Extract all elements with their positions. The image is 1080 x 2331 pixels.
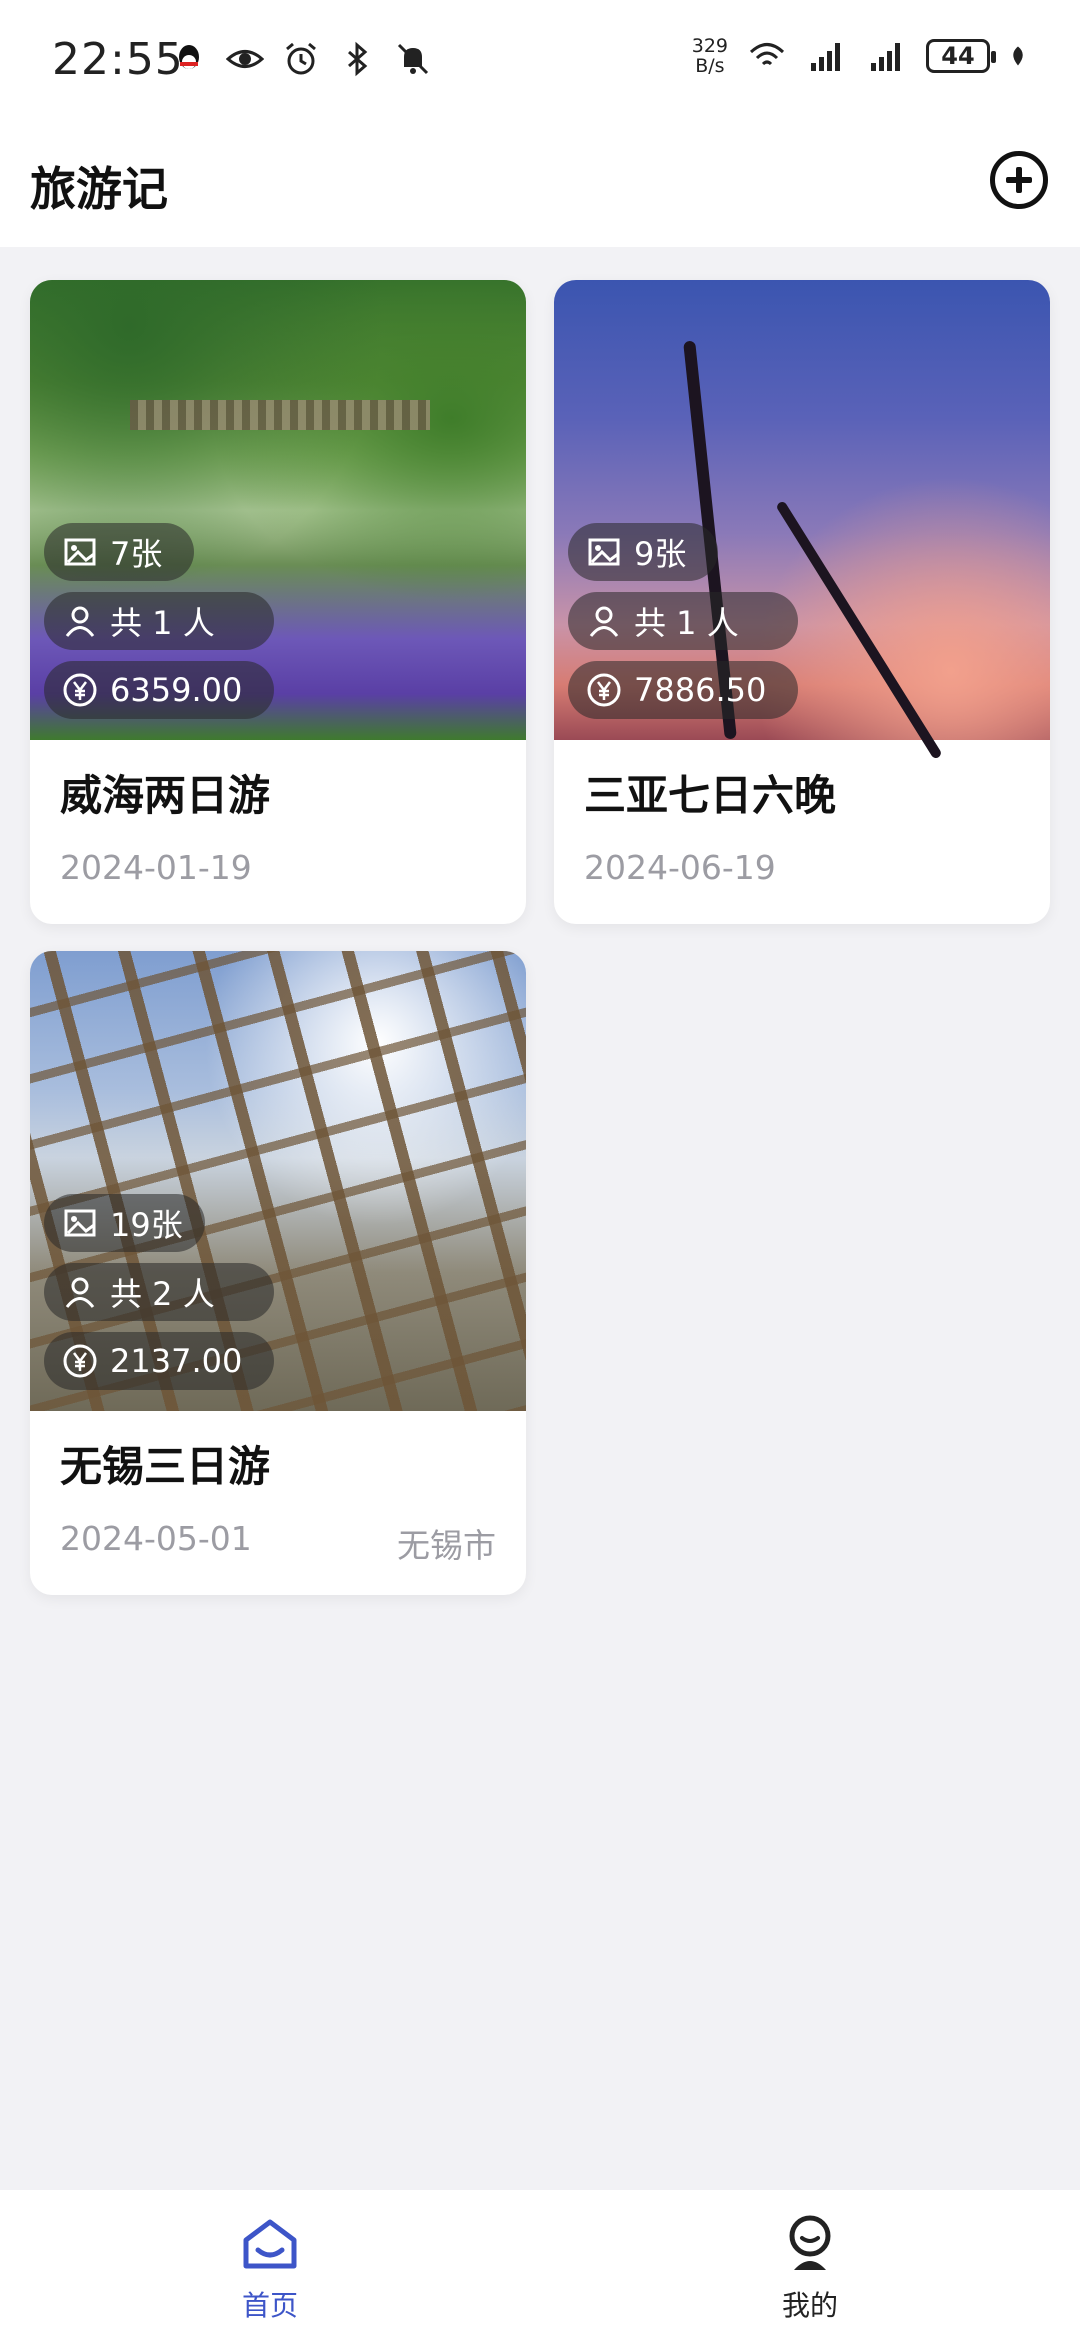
trip-card[interactable]: 9张 共 1 人 7886.50 三亚七日六晚 2024-06-19 <box>554 280 1050 924</box>
bottom-nav: 首页 我的 <box>0 2190 1080 2331</box>
nav-home-label: 首页 <box>241 2289 298 2322</box>
photo-count-badge: 9张 <box>568 523 718 581</box>
add-trip-button[interactable] <box>990 151 1048 209</box>
home-icon <box>243 2219 297 2269</box>
app-header: 旅游记 <box>0 125 1080 247</box>
image-icon <box>64 1209 96 1237</box>
trip-date: 2024-05-01 <box>60 1519 252 1558</box>
person-icon <box>65 606 95 637</box>
status-time: 22:55 <box>52 34 184 85</box>
yuan-coin-icon <box>63 1344 97 1378</box>
trip-card[interactable]: 19张 共 2 人 2137.00 无锡三日游 2024-05-01 无锡市 <box>30 951 526 1595</box>
yuan-coin-icon <box>63 673 97 707</box>
cost-badge: 2137.00 <box>44 1332 274 1390</box>
cost-badge: 6359.00 <box>44 661 274 719</box>
people-count-badge: 共 1 人 <box>44 592 274 650</box>
mute-icon <box>397 43 429 75</box>
nav-home-tab[interactable]: 首页 <box>170 2212 370 2324</box>
qq-icon <box>179 45 199 69</box>
signal-icon <box>871 43 900 71</box>
person-icon <box>65 1277 95 1308</box>
person-icon <box>589 606 619 637</box>
trip-date: 2024-06-19 <box>584 848 776 887</box>
trip-title: 无锡三日游 <box>60 1442 271 1491</box>
battery-icon: 44 <box>926 39 996 73</box>
trip-city: 无锡市 <box>397 1526 496 1565</box>
alarm-icon <box>286 42 316 75</box>
page-title: 旅游记 <box>30 162 168 216</box>
trip-card[interactable]: 7张 共 1 人 6359.00 威海两日游 2024-01-19 <box>30 280 526 924</box>
cost-badge: 7886.50 <box>568 661 798 719</box>
leaf-icon <box>1013 46 1023 66</box>
signal-icon <box>811 43 840 71</box>
nav-mine-label: 我的 <box>781 2289 838 2322</box>
photo-count-badge: 19张 <box>44 1194 205 1252</box>
image-icon <box>588 538 620 566</box>
yuan-coin-icon <box>587 673 621 707</box>
bluetooth-icon <box>348 41 368 77</box>
people-count-badge: 共 2 人 <box>44 1263 274 1321</box>
image-icon <box>64 538 96 566</box>
photo-count-badge: 7张 <box>44 523 194 581</box>
status-bar: 22:55 329 B/s 44 <box>0 0 1080 125</box>
eye-icon <box>226 50 264 68</box>
trip-title: 三亚七日六晚 <box>584 771 837 820</box>
profile-icon <box>789 2215 831 2270</box>
people-count-badge: 共 1 人 <box>568 592 798 650</box>
wifi-icon <box>749 43 785 66</box>
trip-title: 威海两日游 <box>60 771 271 820</box>
nav-mine-tab[interactable]: 我的 <box>710 2212 910 2324</box>
trip-date: 2024-01-19 <box>60 848 252 887</box>
network-speed: 329 B/s <box>691 35 728 77</box>
